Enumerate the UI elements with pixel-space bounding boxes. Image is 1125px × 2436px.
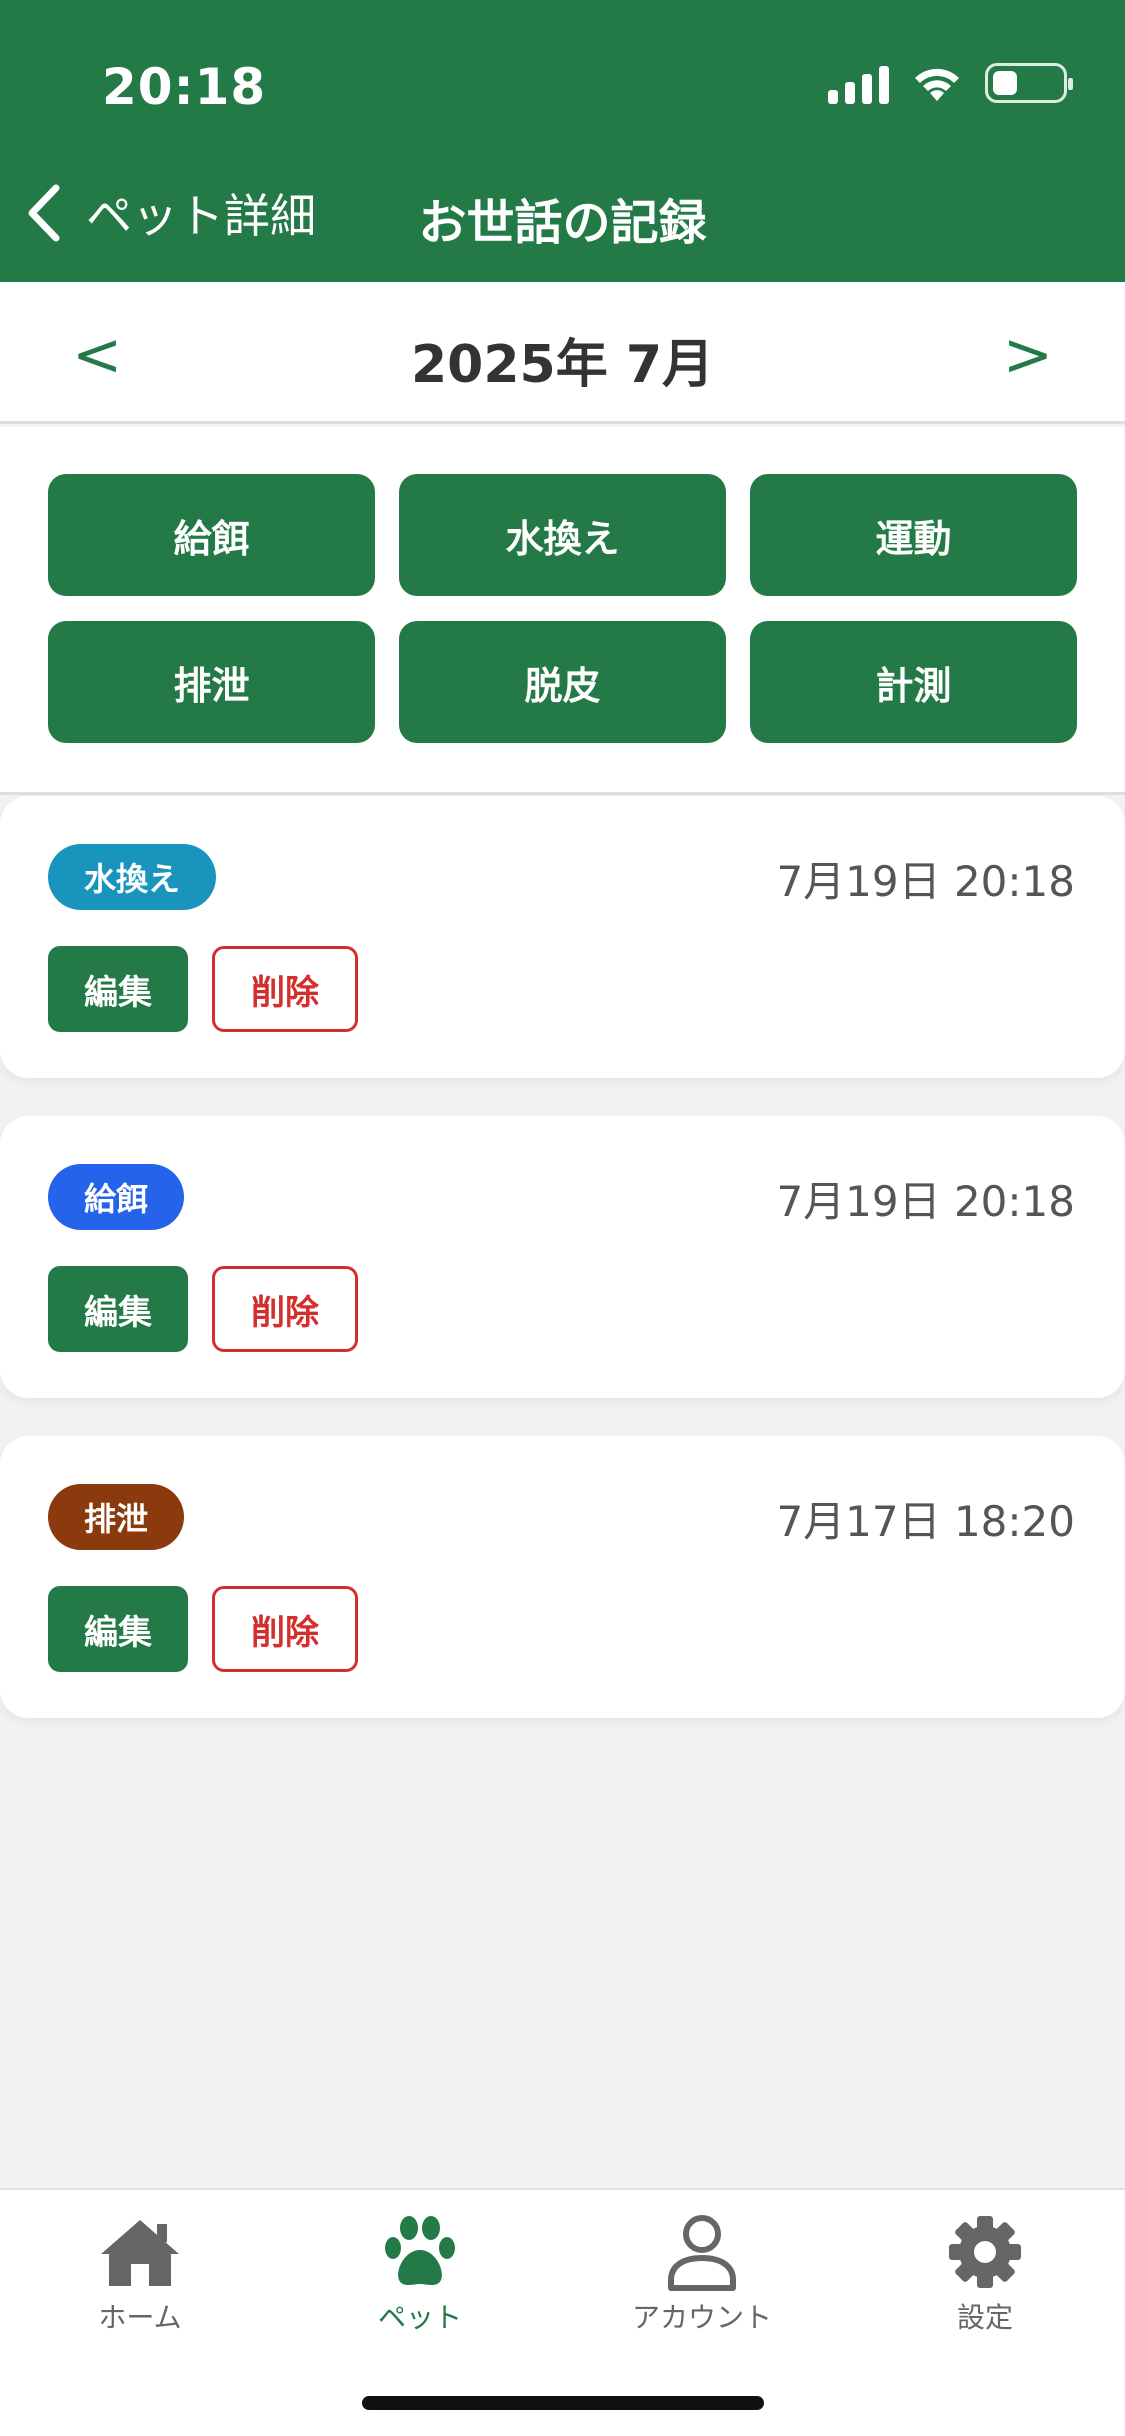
battery-icon xyxy=(985,63,1073,103)
category-measure-button[interactable]: 計測 xyxy=(750,621,1077,743)
category-excretion-button[interactable]: 排泄 xyxy=(48,621,375,743)
record-card: 水換え 7月19日 20:18 編集 削除 xyxy=(0,796,1125,1078)
delete-button[interactable]: 削除 xyxy=(212,946,358,1032)
paw-icon xyxy=(385,2216,455,2285)
page-title: お世話の記録 xyxy=(418,195,707,251)
tab-account[interactable]: アカウント xyxy=(592,2212,812,2336)
tab-pet-label: ペット xyxy=(377,2301,462,2334)
record-tag: 給餌 xyxy=(48,1164,185,1230)
tab-settings-label: 設定 xyxy=(956,2301,1013,2334)
record-date: 7月17日 18:20 xyxy=(776,1497,1075,1546)
record-tag: 水換え xyxy=(48,844,217,910)
record-date: 7月19日 20:18 xyxy=(776,1177,1075,1226)
tab-home-label: ホーム xyxy=(98,2301,182,2334)
edit-button[interactable]: 編集 xyxy=(48,1586,188,1672)
app-root: 20:18 ペット詳細 お世話の記録 < 2025年 7月 > 給餌 水換え 運… xyxy=(0,0,1125,2436)
status-time: 20:18 xyxy=(102,58,267,116)
record-date: 7月19日 20:18 xyxy=(776,857,1075,906)
user-icon xyxy=(668,2215,736,2291)
month-label: 2025年 7月 xyxy=(410,335,714,395)
category-buttons: 給餌 水換え 運動 排泄 脱皮 計測 xyxy=(0,427,1125,795)
delete-button[interactable]: 削除 xyxy=(212,1586,358,1672)
next-month-button[interactable]: > xyxy=(1003,320,1053,390)
edit-button[interactable]: 編集 xyxy=(48,1266,188,1352)
record-tag: 排泄 xyxy=(48,1484,185,1550)
category-shedding-button[interactable]: 脱皮 xyxy=(399,621,726,743)
signal-icon xyxy=(828,62,889,104)
header: 20:18 ペット詳細 お世話の記録 xyxy=(0,0,1125,282)
edit-button[interactable]: 編集 xyxy=(48,946,188,1032)
category-feeding-button[interactable]: 給餌 xyxy=(48,474,375,596)
tab-account-label: アカウント xyxy=(631,2301,772,2334)
category-water-change-button[interactable]: 水換え xyxy=(399,474,726,596)
tab-settings[interactable]: 設定 xyxy=(875,2212,1095,2336)
home-indicator xyxy=(362,2396,764,2410)
gear-icon xyxy=(949,2216,1021,2288)
tab-home[interactable]: ホーム xyxy=(30,2212,250,2336)
home-icon xyxy=(101,2220,179,2286)
category-exercise-button[interactable]: 運動 xyxy=(750,474,1077,596)
month-selector: < 2025年 7月 > xyxy=(0,282,1125,424)
delete-button[interactable]: 削除 xyxy=(212,1266,358,1352)
tab-pet[interactable]: ペット xyxy=(310,2212,530,2336)
wifi-icon xyxy=(915,68,959,101)
status-icons xyxy=(828,62,1073,104)
record-card: 給餌 7月19日 20:18 編集 削除 xyxy=(0,1116,1125,1398)
record-card: 排泄 7月17日 18:20 編集 削除 xyxy=(0,1436,1125,1718)
